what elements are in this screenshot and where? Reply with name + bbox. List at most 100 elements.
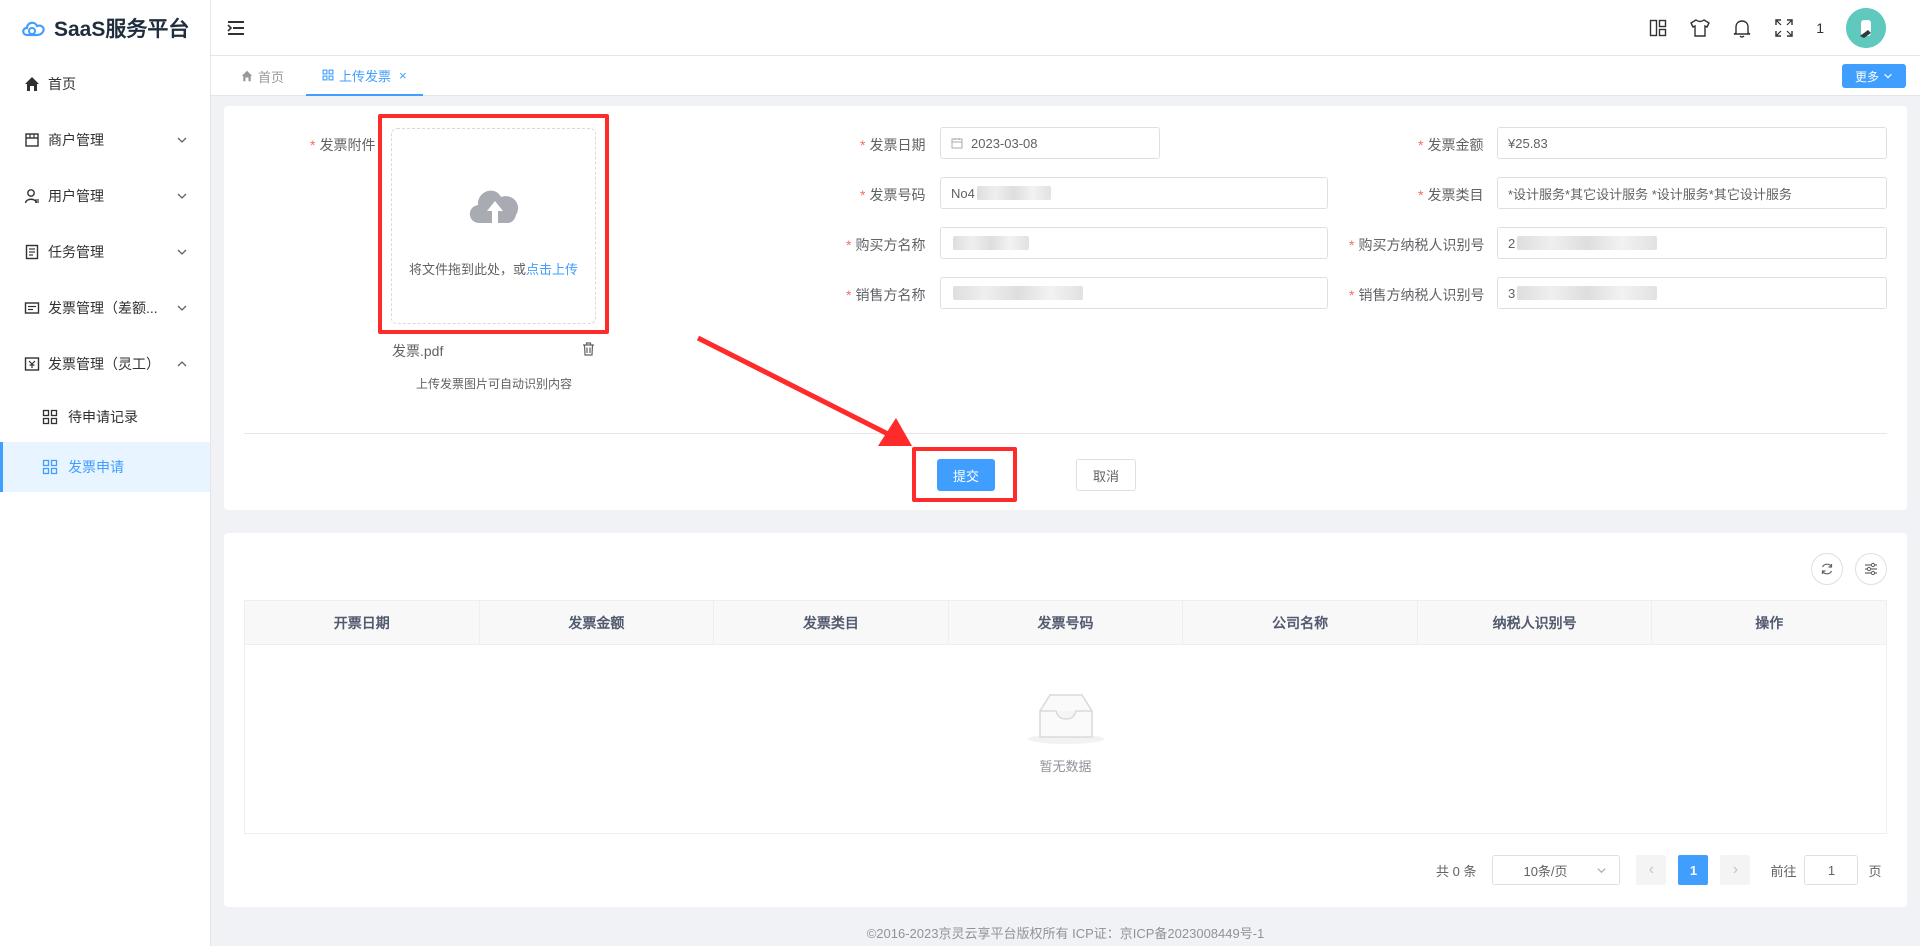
avatar[interactable] (1846, 8, 1886, 48)
sidebar-item-label: 用户管理 (48, 188, 104, 204)
buyer-tax-input[interactable]: 2 (1497, 227, 1887, 259)
column-header[interactable]: 开票日期 (245, 601, 480, 644)
upload-hint: 上传发票图片可自动识别内容 (416, 377, 573, 391)
sidebar-item-label: 发票申请 (68, 459, 124, 475)
column-header[interactable]: 发票金额 (480, 601, 715, 644)
invoice-icon (22, 298, 42, 318)
date-picker[interactable]: 2023-03-08 (940, 127, 1160, 159)
pagination: 共 0 条 10条/页 ‹ 1 › 前往 1 页 (1436, 855, 1882, 885)
fullscreen-icon[interactable] (1774, 18, 1794, 38)
tab-label: 首页 (258, 69, 285, 85)
grid-icon (42, 408, 60, 426)
sidebar-item-label: 发票管理（差额... (48, 300, 158, 316)
user-count: 1 (1816, 20, 1824, 36)
chevron-down-icon (177, 137, 187, 143)
column-settings-button[interactable] (1855, 553, 1887, 585)
prev-page-button[interactable]: ‹ (1636, 855, 1667, 885)
sidebar-item-home[interactable]: 首页 (0, 56, 210, 112)
page-size-select[interactable]: 10条/页 (1492, 855, 1621, 885)
category-label-text: 发票类目 (1427, 187, 1484, 203)
chevron-down-icon (177, 193, 187, 199)
page-suffix: 页 (1868, 863, 1882, 879)
more-button[interactable]: 更多 (1842, 64, 1906, 88)
uploaded-file-name[interactable]: 发票.pdf (392, 341, 443, 361)
required-mark: * (1418, 187, 1424, 203)
app-title: SaaS服务平台 (54, 18, 190, 41)
sidebar-item-users[interactable]: 用户管理 (0, 168, 210, 224)
app-logo[interactable]: SaaS服务平台 (0, 0, 210, 56)
amount-input[interactable]: ¥25.83 (1497, 127, 1887, 159)
goto-page-value: 1 (1827, 862, 1836, 878)
cancel-button[interactable]: 取消 (1076, 459, 1136, 491)
column-header[interactable]: 发票类目 (714, 601, 949, 644)
sidebar-item-merchant[interactable]: 商户管理 (0, 112, 210, 168)
amount-label-text: 发票金额 (1427, 137, 1484, 153)
chevron-down-icon (177, 249, 187, 255)
category-label: * 发票类目 (1418, 185, 1483, 205)
user-icon (22, 186, 42, 206)
number-label: * 发票号码 (860, 185, 925, 205)
refresh-button[interactable] (1811, 553, 1843, 585)
home-icon (241, 70, 253, 82)
sidebar-item-label: 首页 (48, 76, 76, 92)
column-header[interactable]: 公司名称 (1183, 601, 1418, 644)
buyer-name-input[interactable] (940, 227, 1328, 259)
category-input[interactable]: *设计服务*其它设计服务 *设计服务*其它设计服务 (1497, 177, 1887, 209)
trash-icon[interactable] (582, 342, 595, 356)
amount-label: * 发票金额 (1418, 135, 1483, 155)
attachment-label: * 发票附件 (310, 135, 375, 155)
invoice-number-input[interactable]: No4 (940, 177, 1328, 209)
goto-page-input[interactable]: 1 (1804, 855, 1859, 885)
sidebar-item-invoice-diff[interactable]: 发票管理（差额... (0, 280, 210, 336)
date-label-text: 发票日期 (869, 137, 926, 153)
attachment-label-text: 发票附件 (319, 137, 376, 153)
column-header[interactable]: 操作 (1652, 601, 1886, 644)
required-mark: * (860, 137, 866, 153)
bell-icon[interactable] (1732, 18, 1752, 38)
cancel-label: 取消 (1092, 468, 1119, 484)
shop-icon (22, 130, 42, 150)
grid-icon (322, 69, 334, 81)
tab-home[interactable]: 首页 (241, 56, 284, 96)
redacted-mask (1517, 236, 1658, 250)
page-number-current[interactable]: 1 (1678, 855, 1709, 885)
sidebar-item-label: 待申请记录 (68, 409, 138, 425)
category-value: *设计服务*其它设计服务 *设计服务*其它设计服务 (1508, 186, 1792, 202)
task-icon (22, 242, 42, 262)
page-size-value: 10条/页 (1523, 863, 1568, 879)
sidebar-item-tasks[interactable]: 任务管理 (0, 224, 210, 280)
close-icon[interactable]: × (399, 68, 407, 83)
column-header[interactable]: 纳税人识别号 (1418, 601, 1653, 644)
column-header[interactable]: 发票号码 (949, 601, 1184, 644)
required-mark: * (310, 137, 316, 153)
sidebar-item-invoice-flex[interactable]: 发票管理（灵工） (0, 336, 210, 392)
seller-name-input[interactable] (940, 277, 1328, 309)
layout-icon[interactable] (1648, 18, 1668, 38)
cloud-logo-icon (22, 21, 45, 37)
sidebar-item-label: 商户管理 (48, 132, 104, 148)
seller-tax-value: 3 (1508, 285, 1516, 301)
tshirt-theme-icon[interactable] (1690, 18, 1711, 38)
seller-tax-label: * 销售方纳税人识别号 (1349, 285, 1484, 305)
required-mark: * (1349, 237, 1355, 253)
next-page-button[interactable]: › (1720, 855, 1751, 885)
date-value: 2023-03-08 (971, 135, 1038, 151)
buyer-name-label: * 购买方名称 (846, 235, 925, 255)
highlight-box-submit (912, 447, 1017, 502)
redacted-mask (953, 236, 1029, 250)
yen-invoice-icon (22, 354, 42, 374)
more-button-label: 更多 (1854, 69, 1879, 84)
chevron-down-icon (177, 305, 187, 311)
tab-upload-invoice[interactable]: 上传发票 × (306, 56, 423, 96)
table-header: 开票日期 发票金额 发票类目 发票号码 公司名称 纳税人识别号 操作 (245, 601, 1886, 645)
top-header: 1 (211, 0, 1920, 56)
redacted-mask (1517, 286, 1658, 300)
sidebar-subitem-pending[interactable]: 待申请记录 (0, 392, 210, 442)
seller-tax-input[interactable]: 3 (1497, 277, 1887, 309)
sidebar-subitem-invoice-apply[interactable]: 发票申请 (0, 442, 210, 492)
seller-name-label: * 销售方名称 (846, 285, 925, 305)
tab-label: 上传发票 (339, 68, 392, 84)
required-mark: * (846, 287, 852, 303)
hamburger-menu-icon[interactable] (227, 18, 247, 38)
required-mark: * (846, 237, 852, 253)
